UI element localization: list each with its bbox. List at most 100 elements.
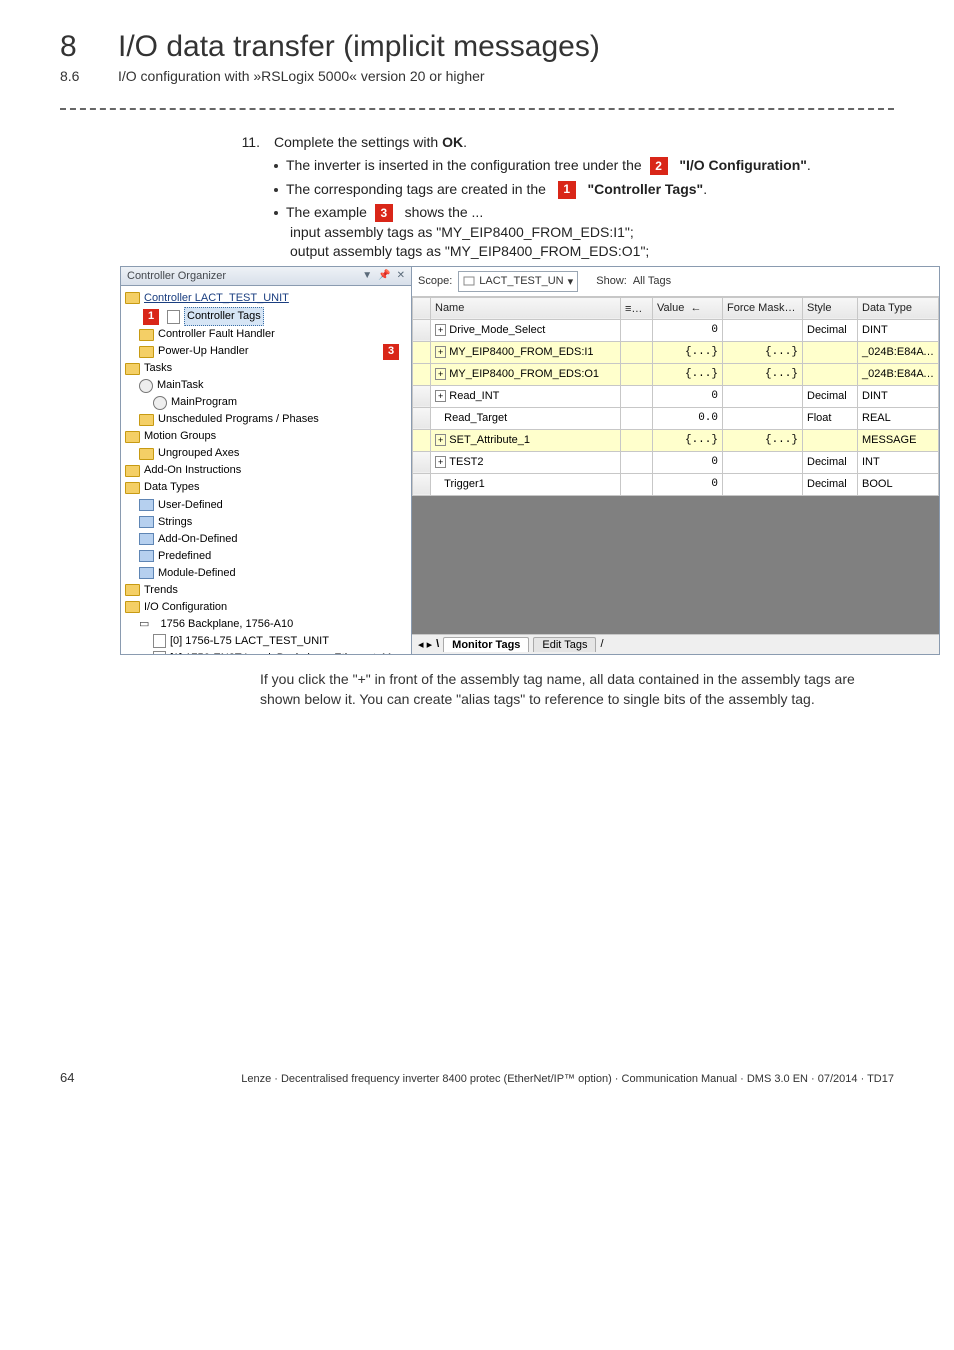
cell-force[interactable]: {...} <box>723 363 803 385</box>
row-header[interactable] <box>413 407 431 429</box>
tab-arrows[interactable]: ◂ ▸ <box>418 638 432 651</box>
folder-icon <box>125 431 140 443</box>
tree-addondef[interactable]: Add-On-Defined <box>158 531 238 548</box>
bullet-dot <box>274 211 278 215</box>
cell-name[interactable]: +SET_Attribute_1 <box>431 429 621 451</box>
tree-slot1[interactable]: [1] 1756-EN2T Local_Backplane_Ethernet_M <box>170 650 391 654</box>
cell-name[interactable]: +MY_EIP8400_FROM_EDS:O1 <box>431 363 621 385</box>
cell-value[interactable]: 0 <box>653 451 723 473</box>
tree-predef[interactable]: Predefined <box>158 548 211 565</box>
controller-organizer-pane: Controller Organizer ▼📌✕ Controller LACT… <box>120 266 412 655</box>
show-label: Show: <box>596 275 627 287</box>
cell-force[interactable] <box>723 385 803 407</box>
tree-fault-handler[interactable]: Controller Fault Handler <box>158 326 275 343</box>
cell-force[interactable] <box>723 451 803 473</box>
table-row[interactable]: +SET_Attribute_1{...}{...}MESSAGE <box>413 429 939 451</box>
row-header[interactable] <box>413 429 431 451</box>
tree-ioconfig[interactable]: I/O Configuration <box>144 599 227 616</box>
cell-value[interactable]: {...} <box>653 429 723 451</box>
cell-type: DINT <box>858 319 939 341</box>
table-row[interactable]: +MY_EIP8400_FROM_EDS:O1{...}{...}_024B:E… <box>413 363 939 385</box>
tree-trends[interactable]: Trends <box>144 582 178 599</box>
row-header[interactable] <box>413 341 431 363</box>
tree-ungrouped[interactable]: Ungrouped Axes <box>158 445 239 462</box>
col-name[interactable]: Name <box>431 297 621 319</box>
tree-strings[interactable]: Strings <box>158 514 192 531</box>
tree-powerup[interactable]: Power-Up Handler <box>158 343 248 360</box>
controller-icon <box>463 275 475 287</box>
b2-c: . <box>703 181 707 197</box>
tags-table[interactable]: Name ≡∃│△ Value ← Force Mask ← Style Dat… <box>412 297 939 496</box>
tree-slot0[interactable]: [0] 1756-L75 LACT_TEST_UNIT <box>170 633 329 650</box>
cell-name[interactable]: Read_Target <box>431 407 621 429</box>
col-style[interactable]: Style <box>803 297 858 319</box>
tree-datatypes[interactable]: Data Types <box>144 479 199 496</box>
cell-name[interactable]: +Drive_Mode_Select <box>431 319 621 341</box>
after-shot-text: If you click the "+" in front of the ass… <box>260 669 894 710</box>
cell-style <box>803 429 858 451</box>
row-header[interactable] <box>413 319 431 341</box>
step-number: 11. <box>240 134 260 150</box>
step-text-a: Complete the settings with <box>274 134 442 150</box>
row-header[interactable] <box>413 363 431 385</box>
chapter-number: 8 <box>60 30 90 64</box>
folder-icon <box>139 499 154 511</box>
row-header[interactable] <box>413 473 431 495</box>
badge-1: 1 <box>558 181 576 199</box>
tree-maintask[interactable]: MainTask <box>157 377 203 394</box>
cell-value[interactable]: {...} <box>653 363 723 385</box>
cell-name[interactable]: +TEST2 <box>431 451 621 473</box>
row-header[interactable] <box>413 385 431 407</box>
table-row[interactable]: Read_Target0.0FloatREAL <box>413 407 939 429</box>
cell-force[interactable]: {...} <box>723 429 803 451</box>
cell-value[interactable]: 0.0 <box>653 407 723 429</box>
tree-controller[interactable]: Controller LACT_TEST_UNIT <box>144 290 289 307</box>
tree-tasks[interactable]: Tasks <box>144 360 172 377</box>
folder-icon <box>139 414 154 426</box>
table-row[interactable]: +TEST20DecimalINT <box>413 451 939 473</box>
tree-addon[interactable]: Add-On Instructions <box>144 462 241 479</box>
row-header[interactable] <box>413 451 431 473</box>
col-value[interactable]: Value ← <box>653 297 723 319</box>
scope-combo[interactable]: LACT_TEST_UN ▾ <box>458 271 578 292</box>
chevron-down-icon: ▾ <box>568 275 574 288</box>
cell-style: Float <box>803 407 858 429</box>
col-force[interactable]: Force Mask ← <box>723 297 803 319</box>
cell-name[interactable]: Trigger1 <box>431 473 621 495</box>
badge-3: 3 <box>375 204 393 222</box>
folder-icon <box>139 448 154 460</box>
cell-name[interactable]: +MY_EIP8400_FROM_EDS:I1 <box>431 341 621 363</box>
scope-label: Scope: <box>418 275 452 287</box>
cell-name[interactable]: +Read_INT <box>431 385 621 407</box>
cell-type: INT <box>858 451 939 473</box>
tab-edit[interactable]: Edit Tags <box>533 637 596 652</box>
folder-icon <box>139 550 154 562</box>
table-row[interactable]: +MY_EIP8400_FROM_EDS:I1{...}{...}_024B:E… <box>413 341 939 363</box>
tree-moddef[interactable]: Module-Defined <box>158 565 236 582</box>
cell-force[interactable]: {...} <box>723 341 803 363</box>
callout-1: 1 <box>143 309 159 325</box>
cell-force[interactable] <box>723 407 803 429</box>
tree-mainprogram[interactable]: MainProgram <box>171 394 237 411</box>
table-row[interactable]: +Read_INT0DecimalDINT <box>413 385 939 407</box>
col-type[interactable]: Data Type <box>858 297 939 319</box>
cell-force[interactable] <box>723 473 803 495</box>
bullet-1: The inverter is inserted in the configur… <box>286 156 811 176</box>
cell-force[interactable] <box>723 319 803 341</box>
cell-style: Decimal <box>803 473 858 495</box>
tab-monitor[interactable]: Monitor Tags <box>443 637 529 652</box>
cell-value[interactable]: 0 <box>653 473 723 495</box>
cell-value[interactable]: 0 <box>653 319 723 341</box>
cell-value[interactable]: {...} <box>653 341 723 363</box>
tree-userdef[interactable]: User-Defined <box>158 497 223 514</box>
col-sort[interactable]: ≡∃│△ <box>621 297 653 319</box>
cell-value[interactable]: 0 <box>653 385 723 407</box>
tree-backplane[interactable]: 1756 Backplane, 1756-A10 <box>160 616 293 633</box>
tree-motion[interactable]: Motion Groups <box>144 428 216 445</box>
pane-controls[interactable]: ▼📌✕ <box>362 270 405 281</box>
tree-unscheduled[interactable]: Unscheduled Programs / Phases <box>158 411 319 428</box>
table-row[interactable]: Trigger10DecimalBOOL <box>413 473 939 495</box>
table-row[interactable]: +Drive_Mode_Select0DecimalDINT <box>413 319 939 341</box>
screenshot: Controller Organizer ▼📌✕ Controller LACT… <box>120 266 940 655</box>
tree-controller-tags[interactable]: Controller Tags <box>184 307 264 326</box>
